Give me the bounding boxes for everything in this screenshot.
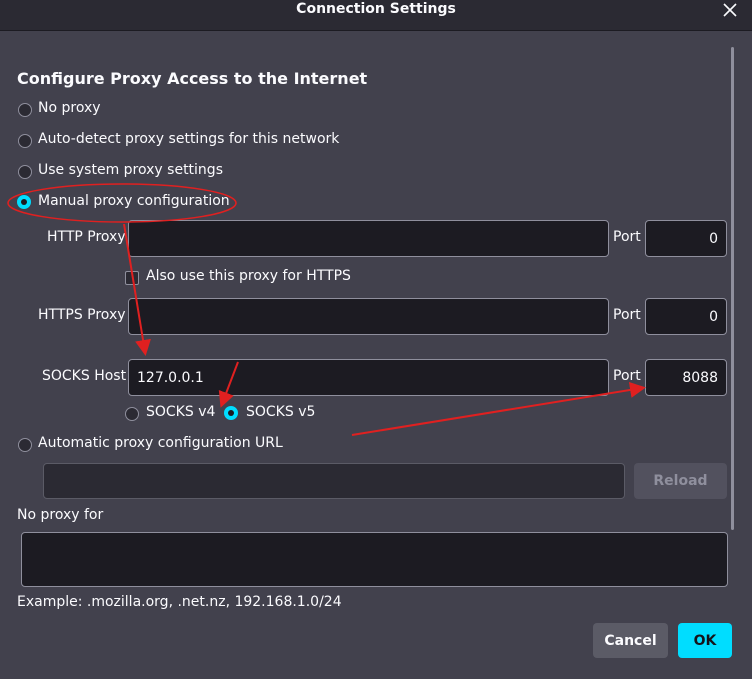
https-port-input[interactable]: 0	[645, 298, 727, 335]
no-proxy-for-label: No proxy for	[17, 507, 104, 523]
also-https-checkbox[interactable]	[125, 271, 139, 285]
socks-host-label: SOCKS Host	[42, 368, 127, 384]
auto-detect-radio[interactable]	[18, 134, 32, 148]
socks-v4-label[interactable]: SOCKS v4	[146, 404, 215, 420]
https-proxy-label: HTTPS Proxy	[38, 307, 126, 323]
window-title: Connection Settings	[296, 1, 456, 17]
auto-url-input[interactable]	[43, 463, 625, 499]
http-port-label: Port	[613, 229, 641, 245]
http-proxy-label: HTTP Proxy	[47, 229, 126, 245]
example-text: Example: .mozilla.org, .net.nz, 192.168.…	[17, 594, 342, 610]
reload-button[interactable]: Reload	[634, 463, 727, 499]
ok-button[interactable]: OK	[678, 623, 732, 658]
auto-detect-label[interactable]: Auto-detect proxy settings for this netw…	[38, 131, 339, 147]
https-port-label: Port	[613, 307, 641, 323]
manual-proxy-radio[interactable]	[17, 195, 31, 209]
auto-url-radio[interactable]	[18, 438, 32, 452]
title-bar: Connection Settings	[0, 0, 752, 31]
no-proxy-for-textarea[interactable]	[21, 532, 728, 587]
socks-port-input[interactable]: 8088	[645, 359, 727, 396]
cancel-button[interactable]: Cancel	[593, 623, 668, 658]
http-port-input[interactable]: 0	[645, 220, 727, 257]
no-proxy-label[interactable]: No proxy	[38, 100, 101, 116]
scrollbar[interactable]	[731, 47, 734, 530]
also-https-label[interactable]: Also use this proxy for HTTPS	[146, 268, 351, 284]
socks-v5-radio[interactable]	[224, 406, 238, 420]
https-proxy-input[interactable]	[128, 298, 609, 335]
system-proxy-label[interactable]: Use system proxy settings	[38, 162, 223, 178]
no-proxy-radio[interactable]	[18, 103, 32, 117]
socks-v5-label[interactable]: SOCKS v5	[246, 404, 315, 420]
socks-port-label: Port	[613, 368, 641, 384]
auto-url-label[interactable]: Automatic proxy configuration URL	[38, 435, 283, 451]
socks-v4-radio[interactable]	[125, 407, 139, 421]
http-proxy-input[interactable]	[128, 220, 609, 257]
socks-host-input[interactable]: 127.0.0.1	[128, 359, 609, 396]
manual-proxy-label[interactable]: Manual proxy configuration	[38, 193, 230, 209]
close-icon[interactable]	[722, 2, 738, 18]
section-heading: Configure Proxy Access to the Internet	[17, 69, 368, 88]
system-proxy-radio[interactable]	[18, 165, 32, 179]
